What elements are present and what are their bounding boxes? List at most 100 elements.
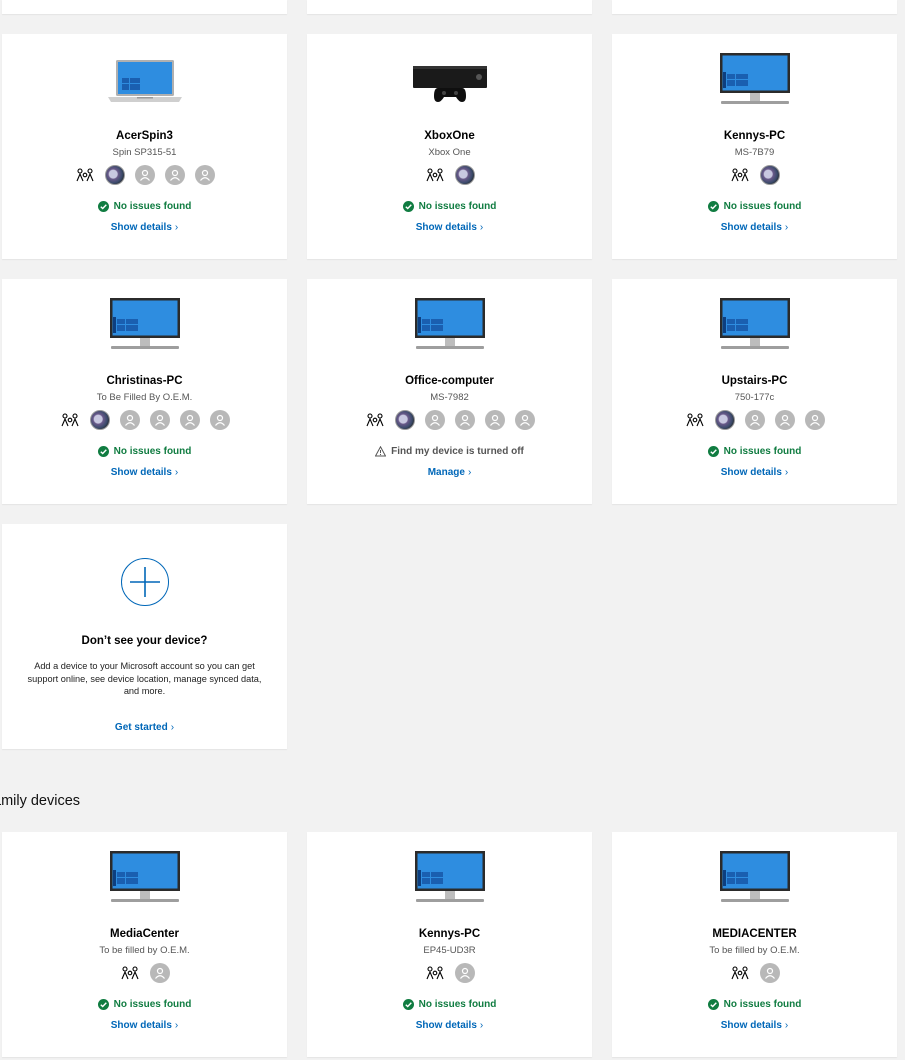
device-card-kennys-pc[interactable]: Kennys-PC MS-7B79 No issues found Show deta… [612,34,897,259]
check-circle-icon [97,201,109,212]
user-avatar-empty[interactable] [759,963,780,983]
user-avatar-photo[interactable] [104,165,125,185]
user-avatar-photo[interactable] [89,410,110,430]
device-card-christinas-pc[interactable]: Christinas-PC To Be Filled By O.E.M. No is… [2,279,287,504]
device-card-upstairs-pc[interactable]: Upstairs-PC 750-177c No issues found Show d… [612,279,897,504]
family-group-icon [730,963,750,983]
user-avatar-empty[interactable] [194,165,215,185]
chevron-right-icon: › [174,222,179,233]
user-avatar-empty[interactable] [424,410,445,430]
check-circle-icon [97,446,109,457]
family-device-card-mediacenter-upper[interactable]: MEDIACENTER To be filled by O.E.M. No issu… [612,832,897,1057]
device-status: No issues found [612,999,897,1010]
user-avatar-empty[interactable] [514,410,535,430]
user-avatar-empty[interactable] [164,165,185,185]
device-users [2,165,287,185]
device-link-label: Show details [415,222,477,233]
device-link-label: Show details [110,222,172,233]
device-users [612,165,897,185]
family-group-icon [685,410,705,430]
device-link-label: Show details [720,1020,782,1031]
family-group-icon [60,410,80,430]
user-avatar-empty[interactable] [744,410,765,430]
device-status-text: No issues found [418,201,497,212]
device-status: No issues found [612,446,897,457]
user-avatar-photo[interactable] [454,165,475,185]
device-status: Find my device is turned off [307,446,592,457]
chevron-right-icon: › [784,222,789,233]
device-status: No issues found [2,201,287,212]
show-details-link[interactable]: Show details › [307,222,592,233]
check-circle-icon [707,999,719,1010]
user-avatar-photo[interactable] [394,410,415,430]
device-status-text: No issues found [113,446,192,457]
user-avatar-empty[interactable] [209,410,230,430]
user-avatar-empty[interactable] [484,410,505,430]
show-details-link[interactable]: Show details › [612,222,897,233]
user-avatar-empty[interactable] [149,410,170,430]
desktop-monitor-icon [715,297,795,355]
device-users [307,963,592,983]
show-details-link[interactable]: Show details › [2,467,287,478]
chevron-right-icon: › [479,1020,484,1031]
user-avatar-empty[interactable] [454,963,475,983]
device-name: Christinas-PC [106,375,183,387]
device-model: Spin SP315-51 [112,147,177,158]
device-users [307,165,592,185]
add-device-card: Don’t see your device? Add a device to y… [2,524,287,749]
desktop-monitor-icon [715,850,795,908]
get-started-link[interactable]: Get started › [2,722,287,733]
device-status-text: No issues found [723,999,802,1010]
device-name: Upstairs-PC [721,375,788,387]
device-card-office-computer[interactable]: Office-computer MS-7982 Find my device is … [307,279,592,504]
show-details-link[interactable]: Show details › [612,467,897,478]
show-details-link[interactable]: Show details › [612,1020,897,1031]
user-avatar-empty[interactable] [454,410,475,430]
chevron-right-icon: › [174,467,179,478]
device-status: No issues found [2,999,287,1010]
device-model: Xbox One [428,147,471,158]
device-status-text: No issues found [723,446,802,457]
family-group-icon [730,165,750,185]
user-avatar-empty[interactable] [804,410,825,430]
device-users [307,410,592,430]
device-status: No issues found [612,201,897,212]
check-circle-icon [97,999,109,1010]
show-details-link[interactable]: Show details › [2,222,287,233]
device-status-text: No issues found [418,999,497,1010]
show-details-link[interactable]: Show details › [307,1020,592,1031]
chevron-right-icon: › [784,1020,789,1031]
warning-icon [375,446,387,457]
user-avatar-empty[interactable] [774,410,795,430]
user-avatar-empty[interactable] [149,963,170,983]
device-link-label: Manage [427,467,465,478]
manage-link[interactable]: Manage › [307,467,592,478]
user-avatar-empty[interactable] [119,410,140,430]
device-name: Kennys-PC [723,130,786,142]
family-device-card-mediacenter[interactable]: MediaCenter To be filled by O.E.M. No issu… [2,832,287,1057]
family-device-card-kennys-pc[interactable]: Kennys-PC EP45-UD3R No issues found Show de… [307,832,592,1057]
device-model: EP45-UD3R [423,945,476,956]
add-device-icon[interactable] [120,558,169,606]
device-model: To Be Filled By O.E.M. [96,392,193,403]
user-avatar-empty[interactable] [179,410,200,430]
chevron-right-icon: › [467,467,472,478]
chevron-right-icon: › [174,1020,179,1031]
device-card-acerspin3[interactable]: AcerSpin3 Spin SP315-51 No issues found Sho… [2,34,287,259]
user-avatar-photo[interactable] [714,410,735,430]
check-circle-icon [402,999,414,1010]
check-circle-icon [707,446,719,457]
device-users [2,963,287,983]
show-details-link[interactable]: Show details › [2,1020,287,1031]
user-avatar-empty[interactable] [134,165,155,185]
chevron-right-icon: › [784,467,789,478]
device-name: Office-computer [405,375,494,387]
device-model: MS-7B79 [734,147,775,158]
family-group-icon [120,963,140,983]
device-card-xboxone[interactable]: XboxOne Xbox One No issues found Show detai… [307,34,592,259]
user-avatar-photo[interactable] [759,165,780,185]
device-status-text: No issues found [113,999,192,1010]
device-link-label: Show details [110,1020,172,1031]
device-name: XboxOne [424,130,475,142]
device-card-partial [2,0,287,14]
